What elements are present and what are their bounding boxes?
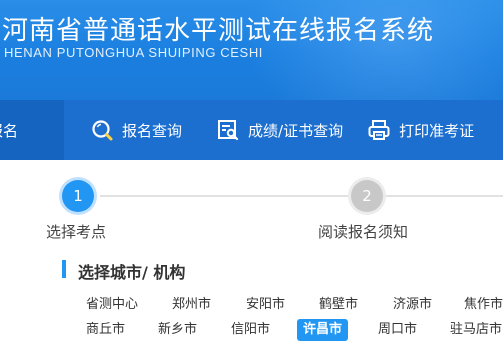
- printer-icon: [367, 118, 391, 142]
- header-banner: 河南省普通话水平测试在线报名系统 HENAN PUTONGHUA SHUIPIN…: [0, 0, 503, 100]
- section-title: 选择城市/ 机构: [78, 263, 186, 282]
- nav-item-register-query[interactable]: 报名查询: [90, 100, 182, 160]
- city-option[interactable]: 驻马店市: [444, 319, 503, 341]
- city-option[interactable]: 郑州市: [166, 294, 217, 316]
- city-option[interactable]: 周口市: [372, 319, 423, 341]
- step-2: 2: [351, 180, 383, 212]
- city-option[interactable]: 焦作市: [458, 294, 503, 316]
- nav-item-label: 成绩/证书查询: [248, 121, 344, 140]
- section-marker: [62, 260, 66, 278]
- city-option[interactable]: 济源市: [387, 294, 438, 316]
- step-connector: [386, 195, 503, 197]
- nav-item-label: 打印准考证: [399, 121, 475, 140]
- nav-item-score-query[interactable]: 成绩/证书查询: [216, 100, 343, 160]
- city-option[interactable]: 新乡市: [152, 319, 203, 341]
- step-connector: [100, 195, 348, 197]
- nav-item-print-ticket[interactable]: 打印准考证: [367, 100, 474, 160]
- search-icon: [90, 118, 114, 142]
- site-title: 河南省普通话水平测试在线报名系统: [2, 16, 435, 46]
- city-option[interactable]: 鹤壁市: [313, 294, 364, 316]
- step-1: 1: [62, 180, 94, 212]
- city-option[interactable]: 安阳市: [240, 294, 291, 316]
- step-label: 阅读报名须知: [318, 223, 409, 241]
- step-number: 1: [62, 180, 94, 212]
- step-label: 选择考点: [46, 223, 107, 241]
- site-subtitle: HENAN PUTONGHUA SHUIPING CESHI: [4, 45, 264, 60]
- nav-item-register[interactable]: 报名: [0, 100, 64, 160]
- city-option[interactable]: 信阳市: [225, 319, 276, 341]
- city-option-selected[interactable]: 许昌市: [297, 319, 349, 341]
- certificate-search-icon: [216, 118, 240, 142]
- city-option[interactable]: 省测中心: [80, 294, 144, 316]
- nav-item-label: 报名: [0, 121, 19, 140]
- step-number: 2: [351, 180, 383, 212]
- main-nav: 报名 报名查询 成绩/证书查询 打印准考证: [0, 100, 503, 160]
- nav-item-label: 报名查询: [122, 121, 183, 140]
- city-option[interactable]: 商丘市: [80, 319, 131, 341]
